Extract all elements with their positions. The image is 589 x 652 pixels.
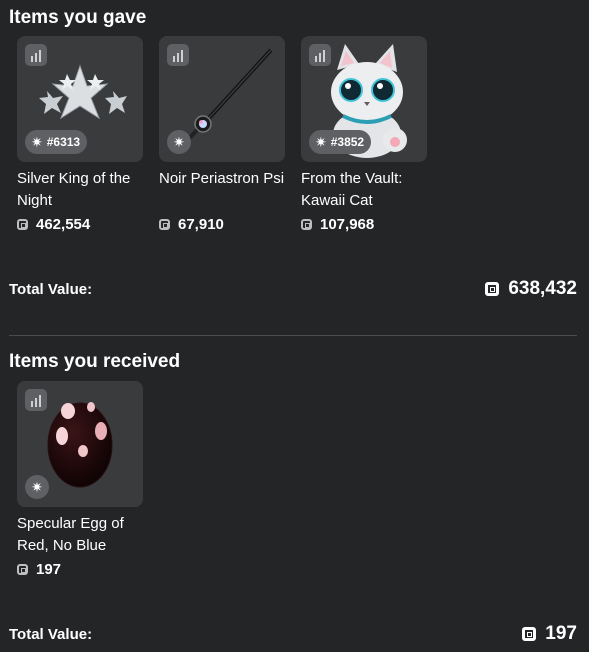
item-thumbnail[interactable]: ✷ #3852: [301, 36, 427, 162]
item-card[interactable]: ✷ #6313 Silver King of the Night 462,554: [17, 36, 143, 233]
sparkle-icon: ✷: [173, 134, 185, 150]
bar-chart-icon[interactable]: [25, 389, 47, 411]
item-price-value: 107,968: [320, 216, 375, 233]
section-title-received: Items you received: [9, 351, 181, 372]
item-thumbnail[interactable]: ✷: [159, 36, 285, 162]
item-card[interactable]: ✷ #3852 From the Vault: Kawaii Cat 107,9…: [301, 36, 427, 233]
item-price-value: 67,910: [178, 216, 224, 233]
sparkle-icon: ✷: [31, 134, 43, 150]
total-value-amount: 638,432: [485, 278, 577, 300]
sparkle-icon: ✷: [315, 134, 327, 150]
serial-number: #6313: [46, 135, 81, 149]
item-thumbnail[interactable]: ✷: [17, 381, 143, 507]
item-price-value: 197: [36, 561, 62, 578]
item-name[interactable]: Specular Egg of Red, No Blue: [17, 513, 143, 557]
bar-chart-icon[interactable]: [309, 44, 331, 66]
item-price: 107,968: [301, 216, 427, 233]
robux-icon: [17, 219, 28, 230]
item-price: 462,554: [17, 216, 143, 233]
serial-badge: ✷: [167, 130, 191, 154]
item-price: 67,910: [159, 216, 285, 233]
serial-badge: ✷ #3852: [309, 130, 372, 154]
serial-badge: ✷ #6313: [25, 130, 88, 154]
section-divider: [9, 335, 577, 336]
sparkle-icon: ✷: [31, 479, 43, 495]
item-name[interactable]: Silver King of the Night: [17, 168, 143, 212]
total-value-number: 197: [545, 623, 577, 644]
item-price: 197: [17, 561, 143, 578]
item-price-value: 462,554: [36, 216, 91, 233]
item-thumbnail[interactable]: ✷ #6313: [17, 36, 143, 162]
total-value-amount: 197: [522, 623, 577, 645]
total-value-number: 638,432: [508, 278, 577, 299]
total-value-label: Total Value:: [9, 625, 93, 643]
received-items-list: ✷ Specular Egg of Red, No Blue 197: [17, 381, 143, 578]
robux-icon: [17, 564, 28, 575]
bar-chart-icon[interactable]: [167, 44, 189, 66]
gave-items-list: ✷ #6313 Silver King of the Night 462,554…: [17, 36, 427, 233]
robux-icon: [485, 282, 500, 296]
robux-icon: [522, 627, 537, 641]
item-name[interactable]: Noir Periastron Psi: [159, 168, 285, 212]
robux-icon: [159, 219, 170, 230]
section-title-gave: Items you gave: [9, 7, 147, 28]
received-total-row: Total Value: 197: [9, 623, 577, 645]
serial-badge: ✷: [25, 475, 49, 499]
item-card[interactable]: ✷ Noir Periastron Psi 67,910: [159, 36, 285, 233]
robux-icon: [301, 219, 312, 230]
total-value-label: Total Value:: [9, 280, 93, 298]
item-name[interactable]: From the Vault: Kawaii Cat: [301, 168, 427, 212]
gave-total-row: Total Value: 638,432: [9, 278, 577, 300]
item-card[interactable]: ✷ Specular Egg of Red, No Blue 197: [17, 381, 143, 578]
serial-number: #3852: [330, 135, 365, 149]
bar-chart-icon[interactable]: [25, 44, 47, 66]
